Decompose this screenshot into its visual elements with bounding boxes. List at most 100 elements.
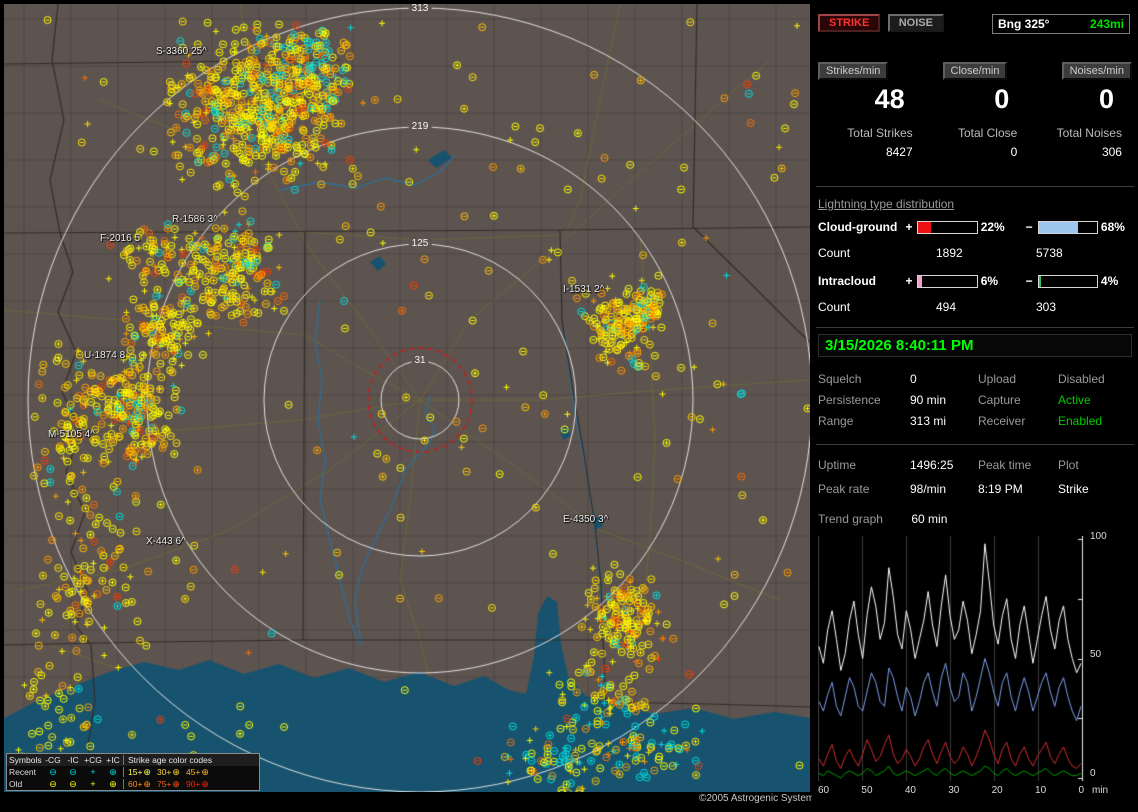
uptime-label: Uptime <box>818 458 857 472</box>
close-per-min-button[interactable]: Close/min <box>942 62 1008 80</box>
x-tick-10: 10 <box>1035 785 1047 796</box>
age-45-label: 45+ <box>185 767 201 777</box>
legend-ages-row-1: 15+ ⊕ 30+ ⊕ 45+ ⊕ <box>123 767 257 777</box>
cloud-ground-count-row: Count 1892 5738 <box>818 246 1132 260</box>
lightning-map[interactable]: 313 219 125 31 S-3360 25^ F-2016 5 R-1586 3^ U-… <box>4 4 810 792</box>
recent-pos-ic-icon: ⊕ <box>109 766 117 777</box>
cg-negative-count: 5738 <box>1036 246 1063 260</box>
age-code-60: 60+ ⊕ <box>128 779 151 789</box>
age-30-label: 30+ <box>156 767 172 777</box>
settings-grid: Squelch 0 Upload Disabled Persistence 90… <box>818 372 1132 428</box>
total-strikes-label: Total Strikes <box>847 126 913 140</box>
totals-grid: Total Strikes Total Close Total Noises 8… <box>818 126 1132 159</box>
legend-col-neg-cg: -CG <box>45 755 61 765</box>
peak-time-label: Peak time <box>978 458 1032 472</box>
ic-positive-bar <box>917 274 978 288</box>
upload-status: Disabled <box>1058 372 1105 386</box>
rate-header-row: Strikes/min Close/min Noises/min <box>818 62 1132 80</box>
ic-negative-pct: 4% <box>1100 274 1119 288</box>
recent-neg-ic-icon: ⊖ <box>69 766 77 777</box>
map-canvas[interactable] <box>4 4 810 792</box>
strikes-per-min-value: 48 <box>874 84 905 114</box>
cloud-ground-label: Cloud-ground <box>818 220 898 234</box>
old-neg-cg-icon: ⊖ <box>49 778 57 789</box>
bearing-label: Bng 325° <box>998 17 1050 31</box>
x-tick-30: 30 <box>948 785 960 796</box>
count-label: Count <box>818 300 851 314</box>
cloud-ground-row: Cloud-ground + 22% − 68% <box>818 220 1132 234</box>
legend-col-pos-cg: +CG <box>84 755 102 765</box>
age-90-icon: ⊕ <box>201 778 209 789</box>
recent-neg-cg-icon: ⊖ <box>49 766 57 777</box>
x-tick-20: 20 <box>991 785 1003 796</box>
y-axis-tick-0: 0 <box>1090 768 1096 779</box>
bearing-display: Bng 325° 243mi <box>992 14 1130 34</box>
legend-col-pos-ic: +IC <box>106 755 120 765</box>
legend-col-neg-ic: -IC <box>67 755 79 765</box>
cg-negative-pct: 68% <box>1100 220 1125 234</box>
range-value: 313 mi <box>910 414 947 428</box>
age-code-75: 75+ ⊕ <box>157 779 180 789</box>
ic-negative-bar-fill <box>1038 275 1041 287</box>
x-axis-ticks: 60 50 40 30 20 10 0 <box>818 785 1084 796</box>
noises-per-min-button[interactable]: Noises/min <box>1061 62 1132 80</box>
ic-positive-count: 494 <box>936 300 957 314</box>
age-90-label: 90+ <box>185 779 201 789</box>
age-code-15: 15+ ⊕ <box>128 767 151 777</box>
distribution-title: Lightning type distribution <box>818 197 955 211</box>
noise-mode-button[interactable]: NOISE <box>887 14 944 32</box>
close-per-min-value: 0 <box>994 84 1010 114</box>
age-75-icon: ⊕ <box>172 778 180 789</box>
ic-positive-pct: 6% <box>980 274 999 288</box>
legend-old-row: Old ⊖ ⊖ + ⊕ 60+ ⊕ 75+ ⊕ 90+ ⊕ <box>7 778 259 790</box>
age-75-label: 75+ <box>156 779 172 789</box>
trend-graph-label: Trend graph <box>818 512 883 526</box>
y-axis-tick-50: 50 <box>1090 649 1102 660</box>
divider <box>816 186 1134 187</box>
receiver-status: Enabled <box>1058 414 1103 428</box>
session-grid: Uptime 1496:25 Peak time Plot Peak rate … <box>818 458 1132 496</box>
legend-age-title: Strike age color codes <box>123 755 257 765</box>
copyright-text: ©2005 Astrogenic Systems <box>699 793 820 804</box>
rate-values-row: 48 0 0 <box>818 84 1132 115</box>
age-code-30: 30+ ⊕ <box>157 767 180 777</box>
divider <box>816 444 1134 445</box>
cg-positive-bar-fill <box>918 221 932 233</box>
legend-symbols-header: Symbols <box>9 755 42 765</box>
x-tick-40: 40 <box>904 785 916 796</box>
ic-negative-bar <box>1037 274 1098 288</box>
age-code-45: 45+ ⊕ <box>186 767 209 777</box>
strikes-per-min-button[interactable]: Strikes/min <box>818 62 889 80</box>
x-tick-0: 0 <box>1078 785 1084 796</box>
y-axis-tick-100: 100 <box>1090 531 1107 542</box>
cg-positive-pct: 22% <box>980 220 1005 234</box>
total-strikes-value: 8427 <box>885 145 913 159</box>
old-neg-ic-icon: ⊖ <box>69 778 77 789</box>
cg-negative-bar-fill <box>1038 221 1079 233</box>
peak-rate-value: 98/min <box>910 482 947 496</box>
map-legend: Symbols -CG -IC +CG +IC Strike age color… <box>6 753 260 791</box>
old-pos-cg-icon: + <box>90 778 96 789</box>
datetime-display: 3/15/2026 8:40:11 PM <box>818 334 1132 357</box>
uptime-value: 1496:25 <box>910 458 954 472</box>
legend-header-row: Symbols -CG -IC +CG +IC Strike age color… <box>7 754 259 766</box>
bearing-range: 243mi <box>1089 17 1124 31</box>
legend-recent-label: Recent <box>9 767 36 777</box>
age-45-icon: ⊕ <box>201 766 209 777</box>
legend-ages-row-2: 60+ ⊕ 75+ ⊕ 90+ ⊕ <box>123 779 257 789</box>
intracloud-row: Intracloud + 6% − 4% <box>818 274 1132 288</box>
status-panel: STRIKE NOISE Bng 325° 243mi Strikes/min … <box>812 0 1138 812</box>
intracloud-label: Intracloud <box>818 274 877 288</box>
total-close-label: Total Close <box>957 126 1018 140</box>
minus-sign: − <box>1025 220 1033 234</box>
legend-recent-row: Recent ⊖ ⊖ + ⊕ 15+ ⊕ 30+ ⊕ 45+ ⊕ <box>7 766 259 778</box>
strike-mode-button[interactable]: STRIKE <box>818 14 881 32</box>
peak-rate-label: Peak rate <box>818 482 870 496</box>
ic-positive-bar-fill <box>918 275 922 287</box>
cg-negative-bar <box>1037 220 1098 234</box>
plus-sign: + <box>905 220 913 234</box>
age-30-icon: ⊕ <box>172 766 180 777</box>
x-tick-60: 60 <box>818 785 830 796</box>
noises-per-min-value: 0 <box>1098 84 1114 114</box>
legend-old-label: Old <box>9 779 23 789</box>
